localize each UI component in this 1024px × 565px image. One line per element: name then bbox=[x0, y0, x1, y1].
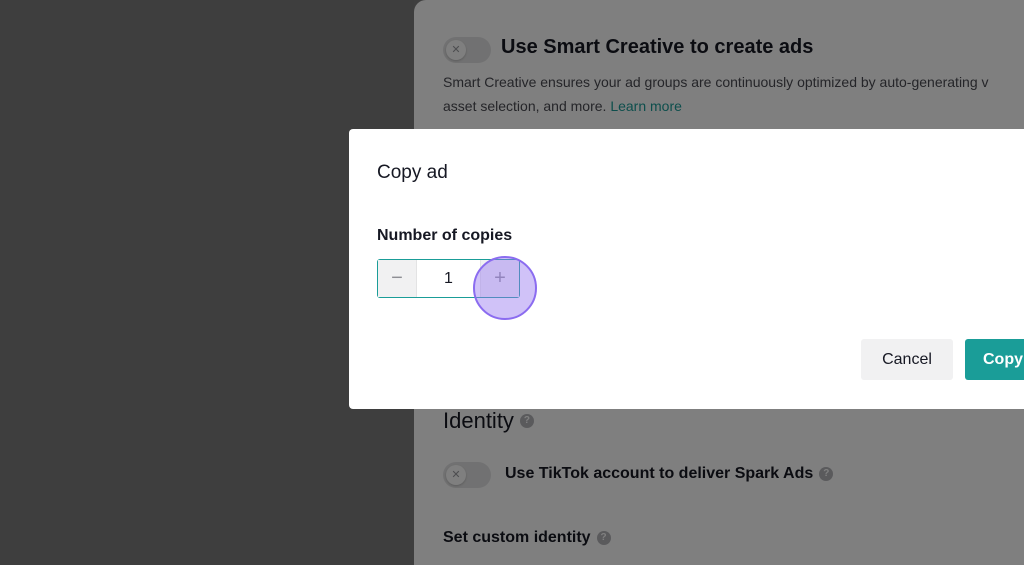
cancel-button[interactable]: Cancel bbox=[861, 339, 953, 380]
copy-button[interactable]: Copy bbox=[965, 339, 1024, 380]
copies-input[interactable]: 1 bbox=[417, 260, 480, 297]
copy-ad-dialog: Copy ad Number of copies − 1 + Cancel Co… bbox=[349, 129, 1024, 409]
dialog-title: Copy ad bbox=[377, 162, 448, 183]
click-indicator bbox=[473, 256, 537, 320]
decrement-button[interactable]: − bbox=[378, 260, 417, 297]
number-of-copies-label: Number of copies bbox=[377, 227, 513, 244]
